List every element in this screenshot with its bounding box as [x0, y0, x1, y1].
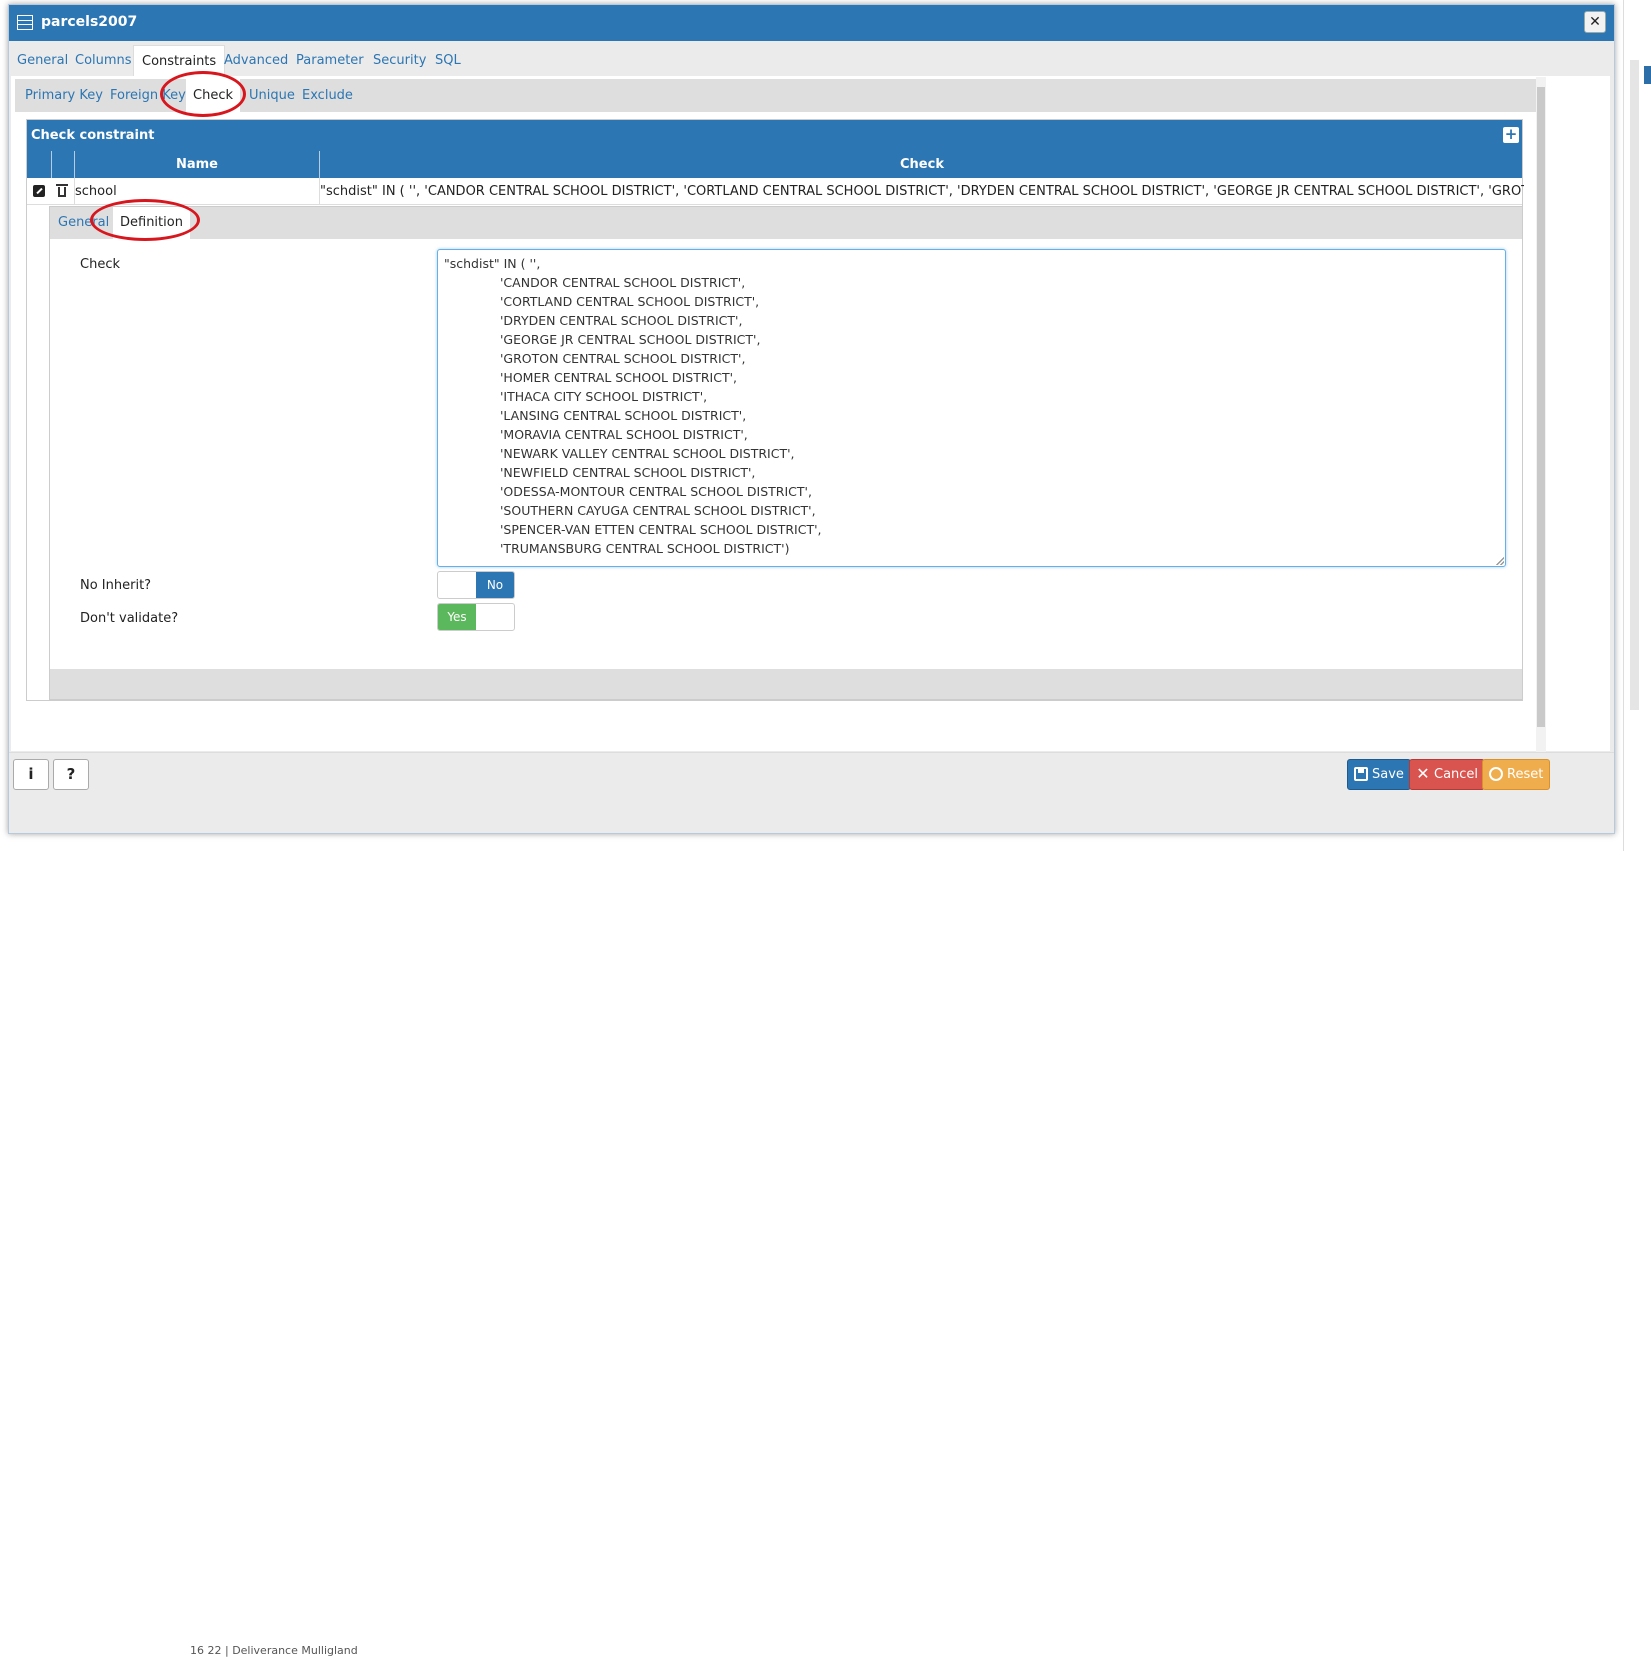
check-label: Check: [80, 257, 120, 272]
row-name-cell[interactable]: school: [74, 178, 319, 205]
check-constraint-panel: Check constraint + Name Check school "sc…: [26, 119, 1524, 701]
toggle-state-no: No: [476, 572, 514, 598]
table-icon: [17, 15, 33, 30]
column-header-check[interactable]: Check: [319, 151, 1524, 178]
background-row-text: 16 22 | Deliverance Mulligland: [190, 1644, 358, 1657]
annotation-circle-check-tab: [160, 71, 246, 117]
main-tabs: General Columns Constraints Advanced Par…: [9, 45, 1614, 76]
dont-validate-label: Don't validate?: [80, 611, 179, 626]
no-inherit-label: No Inherit?: [80, 578, 152, 593]
save-button[interactable]: Save: [1347, 759, 1411, 790]
check-expression-textarea[interactable]: "schdist" IN ( '', 'CANDOR CENTRAL SCHOO…: [437, 249, 1506, 567]
constraints-content: Primary Key Foreign Key Check Unique Exc…: [11, 76, 1610, 751]
panel-header: Check constraint +: [27, 120, 1522, 151]
row-detail-editor: General Definition Check "schdist" IN ( …: [49, 206, 1523, 700]
add-row-button[interactable]: +: [1503, 127, 1519, 143]
table-properties-dialog: parcels2007 ✕ General Columns Constraint…: [8, 4, 1615, 834]
background-scrollbar: [1623, 0, 1651, 851]
tab-columns[interactable]: Columns: [67, 45, 140, 76]
detail-footer: [50, 669, 1522, 699]
tab-sql[interactable]: SQL: [427, 45, 469, 76]
subtab-unique[interactable]: Unique: [242, 79, 302, 112]
no-inherit-toggle[interactable]: No: [437, 571, 515, 599]
tab-parameter[interactable]: Parameter: [288, 45, 372, 76]
cancel-label: Cancel: [1434, 767, 1479, 782]
help-button[interactable]: ?: [53, 759, 89, 790]
save-label: Save: [1372, 767, 1404, 782]
reset-label: Reset: [1507, 767, 1544, 782]
dialog-footer: i ? Save ✕ Cancel Reset: [9, 752, 1614, 795]
info-button[interactable]: i: [13, 759, 49, 790]
save-icon: [1354, 767, 1368, 781]
subtab-exclude[interactable]: Exclude: [295, 79, 360, 112]
reset-button[interactable]: Reset: [1482, 759, 1551, 790]
dont-validate-toggle[interactable]: Yes: [437, 603, 515, 631]
cancel-button[interactable]: ✕ Cancel: [1409, 759, 1486, 790]
row-check-cell[interactable]: "schdist" IN ( '', 'CANDOR CENTRAL SCHOO…: [319, 178, 1524, 205]
tab-security[interactable]: Security: [365, 45, 434, 76]
dialog-scrollbar[interactable]: [1536, 77, 1546, 752]
toggle-state-yes: Yes: [438, 604, 476, 630]
title-bar[interactable]: parcels2007 ✕: [9, 5, 1614, 41]
grid-header: Name Check: [27, 151, 1522, 178]
detail-tabs: General Definition: [50, 207, 1522, 239]
close-button[interactable]: ✕: [1584, 11, 1606, 33]
annotation-circle-definition-tab: [90, 199, 200, 241]
resize-handle[interactable]: [1496, 557, 1504, 565]
subtab-primary-key[interactable]: Primary Key: [18, 79, 110, 112]
column-header-name[interactable]: Name: [74, 151, 319, 178]
edit-icon[interactable]: [33, 185, 45, 197]
tab-advanced[interactable]: Advanced: [216, 45, 296, 76]
table-row[interactable]: school "schdist" IN ( '', 'CANDOR CENTRA…: [27, 178, 1524, 205]
panel-title: Check constraint: [31, 128, 155, 143]
trash-icon[interactable]: [56, 184, 68, 197]
recycle-icon: [1489, 767, 1503, 781]
dialog-title: parcels2007: [41, 14, 138, 30]
close-icon: ✕: [1416, 764, 1430, 783]
